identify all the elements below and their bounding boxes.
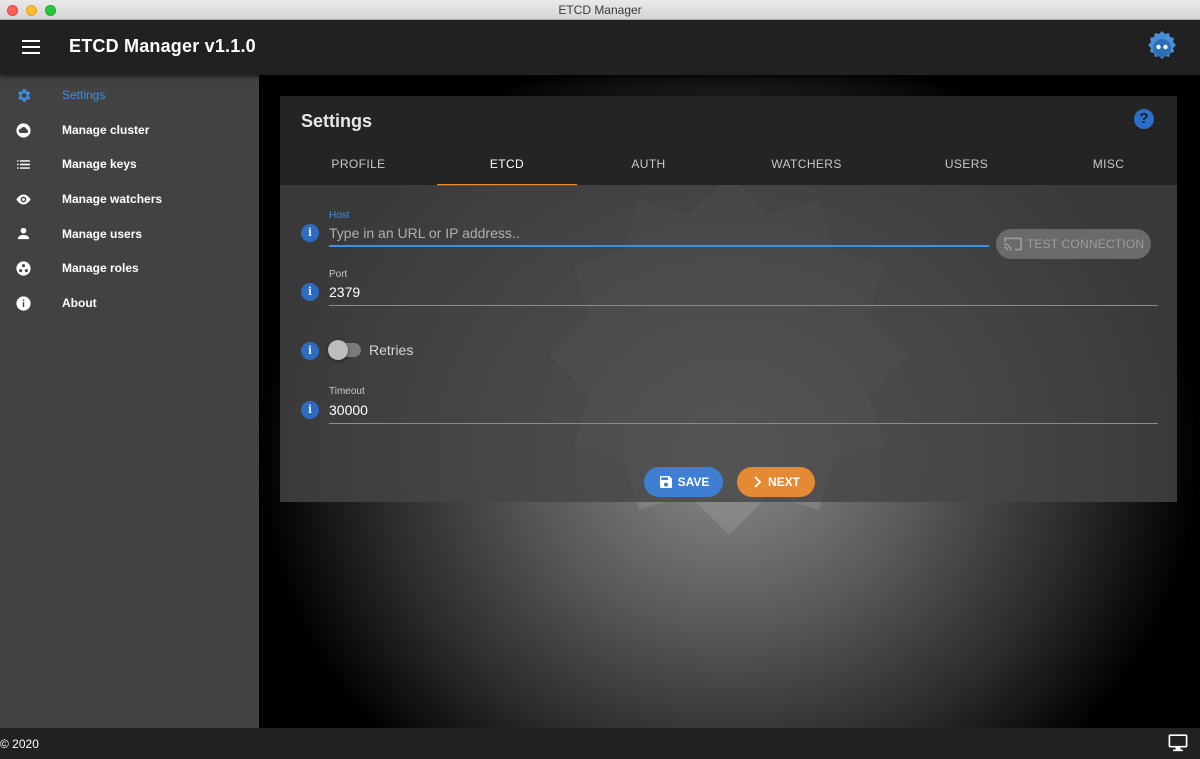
test-connection-button[interactable]: TEST CONNECTION [996, 229, 1151, 259]
timeout-info-icon[interactable]: i [301, 401, 319, 419]
eye-icon [16, 194, 31, 205]
sidebar: Settings Manage cluster Manage keys Mana… [0, 75, 259, 728]
etcd-logo-icon [1148, 31, 1176, 59]
footer: © 2020 [0, 728, 1200, 759]
sidebar-item-manage-keys[interactable]: Manage keys [0, 147, 259, 182]
toggle-knob [328, 340, 348, 360]
sidebar-item-about[interactable]: About [0, 286, 259, 321]
host-label: Host [329, 210, 350, 221]
floppy-disk-icon [659, 476, 672, 488]
sidebar-item-label: Manage keys [62, 157, 137, 172]
port-info-icon[interactable]: i [301, 283, 319, 301]
port-label: Port [329, 269, 348, 280]
tab-profile[interactable]: PROFILE [280, 145, 437, 185]
menu-icon[interactable] [22, 40, 40, 54]
timeout-label: Timeout [329, 386, 365, 397]
close-window-button[interactable] [7, 5, 18, 16]
retries-label: Retries [369, 342, 414, 358]
tab-etcd[interactable]: ETCD [437, 145, 577, 186]
etcd-settings-form: i Host TEST CONNECTION i Port i Retries … [280, 185, 1177, 502]
monitor-icon[interactable] [1168, 734, 1188, 752]
settings-card: Settings ? PROFILE ETCD AUTH WATCHERS US… [280, 96, 1177, 502]
sidebar-item-label: Manage watchers [62, 192, 163, 207]
app-title: ETCD Manager v1.1.0 [69, 36, 256, 56]
sidebar-item-label: Manage cluster [62, 122, 150, 137]
host-info-icon[interactable]: i [301, 224, 319, 242]
next-label: NEXT [767, 475, 800, 489]
window-title: ETCD Manager [558, 3, 642, 17]
sidebar-item-manage-watchers[interactable]: Manage watchers [0, 182, 259, 217]
tab-users[interactable]: USERS [893, 145, 1040, 185]
settings-tabs: PROFILE ETCD AUTH WATCHERS USERS MISC [280, 145, 1177, 186]
minimize-window-button[interactable] [26, 5, 37, 16]
sidebar-item-label: Manage roles [62, 261, 139, 276]
list-icon [17, 160, 30, 169]
sidebar-item-settings[interactable]: Settings [0, 78, 259, 113]
retries-toggle[interactable] [328, 340, 361, 360]
port-input[interactable] [329, 283, 1158, 306]
sidebar-item-label: About [62, 295, 97, 310]
sidebar-item-manage-cluster[interactable]: Manage cluster [0, 113, 259, 148]
tab-misc[interactable]: MISC [1040, 145, 1177, 185]
test-connection-label: TEST CONNECTION [1026, 237, 1145, 251]
gear-icon [18, 89, 31, 102]
save-button[interactable]: SAVE [644, 467, 723, 497]
host-input[interactable] [329, 224, 989, 247]
retries-info-icon[interactable]: i [301, 342, 319, 360]
window-titlebar: ETCD Manager [0, 0, 1200, 20]
sidebar-item-manage-roles[interactable]: Manage roles [0, 251, 259, 286]
cast-icon [1003, 237, 1022, 251]
sidebar-item-manage-users[interactable]: Manage users [0, 216, 259, 251]
app-bar: ETCD Manager v1.1.0 [0, 20, 1200, 75]
chevron-right-icon [754, 476, 762, 488]
sidebar-item-label: Settings [62, 88, 106, 103]
info-icon [16, 295, 31, 311]
settings-title: Settings [301, 111, 373, 131]
cloud-icon [16, 123, 31, 138]
tab-auth[interactable]: AUTH [577, 145, 720, 185]
save-label: SAVE [677, 475, 710, 489]
settings-header: Settings ? [280, 96, 1177, 145]
zoom-window-button[interactable] [45, 5, 56, 16]
main-content: Settings ? PROFILE ETCD AUTH WATCHERS US… [259, 75, 1200, 728]
tab-watchers[interactable]: WATCHERS [720, 145, 893, 185]
sidebar-item-label: Manage users [62, 226, 143, 241]
copyright-text: © 2020 [0, 737, 39, 751]
person-icon [17, 228, 30, 240]
help-icon[interactable]: ? [1134, 109, 1154, 129]
next-button[interactable]: NEXT [737, 467, 815, 497]
timeout-input[interactable] [329, 401, 1158, 424]
roles-icon [16, 261, 31, 276]
